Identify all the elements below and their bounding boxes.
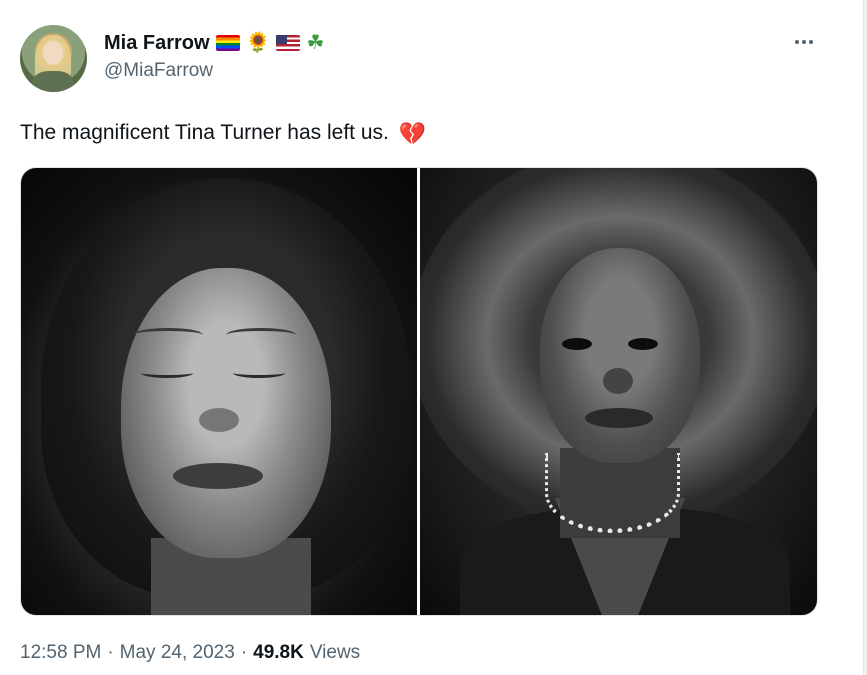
photo-right[interactable] [420, 168, 817, 615]
tweet-text: The magnificent Tina Turner has left us.… [20, 120, 426, 146]
brow [133, 328, 203, 342]
dot [802, 40, 806, 44]
rainbow-flag-icon [215, 35, 240, 51]
tweet-meta: 12:58 PM · May 24, 2023 · 49.8K Views [20, 642, 360, 664]
nose [199, 408, 239, 432]
sunflower-icon: 🌻 [245, 32, 271, 54]
media-grid [20, 167, 818, 616]
nose [603, 368, 633, 394]
views-label: Views [309, 642, 361, 663]
author-display-name[interactable]: Mia Farrow [104, 32, 210, 55]
author-handle[interactable]: @MiaFarrow [104, 60, 213, 82]
author-name-row: Mia Farrow 🌻 ☘ [104, 30, 324, 56]
avatar-body [32, 71, 74, 92]
lips [173, 463, 263, 489]
tweet-date[interactable]: May 24, 2023 [120, 642, 235, 664]
us-flag-icon [276, 35, 301, 51]
avatar[interactable] [20, 25, 87, 92]
more-horizontal-icon[interactable] [790, 32, 818, 52]
tweet-card: Mia Farrow 🌻 ☘ @MiaFarrow The magnificen… [0, 0, 867, 675]
avatar-face [43, 41, 63, 65]
eye [628, 338, 658, 350]
dot [795, 40, 799, 44]
shamrock-icon: ☘ [306, 32, 325, 54]
scrollbar-edge [863, 0, 867, 675]
pearl-necklace [545, 453, 680, 533]
closed-eye [233, 368, 285, 378]
lips [585, 408, 653, 428]
meta-separator: · [240, 642, 248, 663]
brow [226, 328, 296, 342]
views-count[interactable]: 49.8K [253, 642, 304, 664]
meta-separator: · [107, 642, 114, 663]
face [540, 248, 700, 463]
dot [809, 40, 813, 44]
tweet-text-body: The magnificent Tina Turner has left us. [20, 121, 389, 144]
tweet-time[interactable]: 12:58 PM [20, 642, 101, 664]
photo-left[interactable] [21, 168, 417, 615]
broken-heart-icon: 💔 [398, 121, 427, 146]
closed-eye [141, 368, 193, 378]
eye [562, 338, 592, 350]
